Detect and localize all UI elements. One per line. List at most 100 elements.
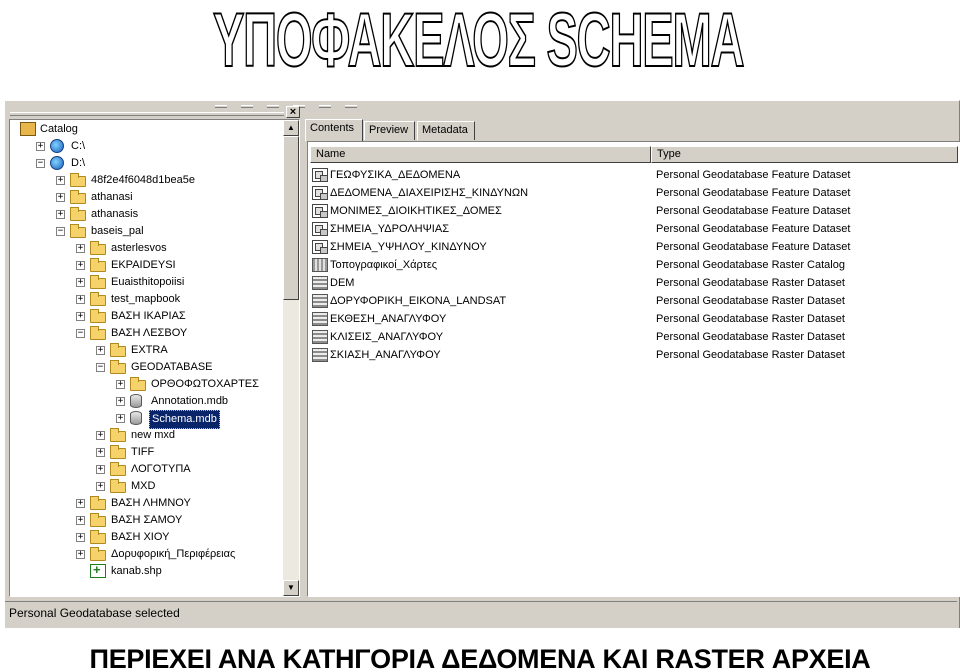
folder-icon <box>70 190 86 204</box>
list-item[interactable]: ΕΚΘΕΣΗ_ΑΝΑΓΛΥΦΟΥ Personal Geodatabase Ras… <box>312 310 952 328</box>
item-type: Personal Geodatabase Feature Dataset <box>656 169 851 181</box>
tree-item[interactable]: − ΒΑΣΗ ΛΕΣΒΟΥ <box>10 325 280 342</box>
geodatabase-icon <box>130 411 142 425</box>
list-item[interactable]: ΚΛΙΣΕΙΣ_ΑΝΑΓΛΥΦΟΥ Personal Geodatabase Ra… <box>312 328 952 346</box>
expand-icon[interactable]: + <box>56 193 65 202</box>
collapse-icon[interactable]: − <box>76 329 85 338</box>
expand-icon[interactable]: + <box>56 210 65 219</box>
expand-icon[interactable]: + <box>56 176 65 185</box>
tab-metadata[interactable]: Metadata <box>417 121 475 140</box>
list-item[interactable]: DEM Personal Geodatabase Raster Dataset <box>312 274 952 292</box>
list-item[interactable]: ΣΗΜΕΙΑ_ΥΔΡΟΛΗΨΙΑΣ Personal Geodatabase Fe… <box>312 220 952 238</box>
tree-item-label: ΛΟΓΟΤΥΠΑ <box>131 463 191 475</box>
expand-icon[interactable]: + <box>96 431 105 440</box>
tab-contents[interactable]: Contents <box>305 119 363 141</box>
collapse-icon[interactable]: − <box>36 159 45 168</box>
item-type: Personal Geodatabase Feature Dataset <box>656 241 851 253</box>
tree-item[interactable]: + ΒΑΣΗ ΛΗΜΝΟΥ <box>10 495 280 512</box>
tree-item[interactable]: + Schema.mdb <box>10 410 280 429</box>
tree-item[interactable]: + ΟΡΘΟΦΩΤΟΧΑΡΤΕΣ <box>10 376 280 393</box>
list-item[interactable]: Τοπογραφικοί_Χάρτες Personal Geodatabase … <box>312 256 952 274</box>
tree-item[interactable]: + ΒΑΣΗ ΧΙΟΥ <box>10 529 280 546</box>
expand-icon[interactable]: + <box>96 482 105 491</box>
expand-icon[interactable]: + <box>76 516 85 525</box>
expand-icon[interactable]: + <box>76 295 85 304</box>
feature-dataset-icon <box>312 186 328 200</box>
tree-scrollbar[interactable]: ▲ ▼ <box>283 120 299 596</box>
expand-icon[interactable]: + <box>76 244 85 253</box>
tree-item-label: EKPAIDEYSI <box>111 259 176 271</box>
expand-icon[interactable]: + <box>96 346 105 355</box>
list-item[interactable]: ΜΟΝΙΜΕΣ_ΔΙΟΙΚΗΤΙΚΕΣ_ΔΟΜΕΣ Personal Geodat… <box>312 202 952 220</box>
tree-item[interactable]: + TIFF <box>10 444 280 461</box>
column-header-type[interactable]: Type <box>651 146 958 163</box>
expand-icon[interactable]: + <box>76 261 85 270</box>
tree-item[interactable]: + Δορυφορική_Περιφέρειας <box>10 546 280 563</box>
tree-item[interactable]: − GEODATABASE <box>10 359 280 376</box>
tree-item-label: Catalog <box>40 123 78 135</box>
item-name: ΔΕΔΟΜΕΝΑ_ΔΙΑΧΕΙΡΙΣΗΣ_ΚΙΝΔΥΝΩΝ <box>330 187 529 199</box>
tree-item[interactable]: + ΒΑΣΗ ΣΑΜΟΥ <box>10 512 280 529</box>
column-header-name[interactable]: Name <box>310 146 651 163</box>
collapse-icon[interactable]: − <box>96 363 105 372</box>
expand-icon[interactable]: + <box>96 448 105 457</box>
tree-item[interactable]: + EKPAIDEYSI <box>10 257 280 274</box>
tree-pane-title-grip <box>10 112 284 116</box>
expand-icon[interactable]: + <box>116 380 125 389</box>
tree-item[interactable]: + asterlesvos <box>10 240 280 257</box>
expand-icon[interactable]: + <box>76 499 85 508</box>
tree-item[interactable]: +48f2e4f6048d1bea5e <box>10 172 280 189</box>
tree-item[interactable]: − D:\ <box>10 155 280 172</box>
tree-item[interactable]: + athanasis <box>10 206 280 223</box>
tree-item[interactable]: + Annotation.mdb <box>10 393 280 410</box>
tree-item[interactable]: + test_mapbook <box>10 291 280 308</box>
expand-icon[interactable]: + <box>36 142 45 151</box>
tree-item-label: Euaisthitopoiisi <box>111 276 185 288</box>
toolbar-grip <box>345 105 357 108</box>
tree-item[interactable]: + athanasi <box>10 189 280 206</box>
collapse-icon[interactable]: − <box>56 227 65 236</box>
tree-item[interactable]: Catalog <box>10 121 280 138</box>
tree-close-button[interactable]: × <box>286 106 300 118</box>
scroll-up-button[interactable]: ▲ <box>283 120 299 136</box>
drive-icon <box>50 156 64 170</box>
status-text: Personal Geodatabase selected <box>9 606 180 620</box>
tree-item[interactable]: kanab.shp <box>10 561 280 580</box>
expand-icon[interactable]: + <box>76 312 85 321</box>
tree-item[interactable]: + MXD <box>10 478 280 495</box>
pane-splitter[interactable] <box>301 119 305 597</box>
tree-item[interactable]: + ΛΟΓΟΤΥΠΑ <box>10 461 280 478</box>
scroll-down-button[interactable]: ▼ <box>283 580 299 596</box>
item-name: Τοπογραφικοί_Χάρτες <box>330 259 438 271</box>
expand-icon[interactable]: + <box>116 397 125 406</box>
status-bar: Personal Geodatabase selected <box>5 601 957 623</box>
list-item[interactable]: ΣΗΜΕΙΑ_ΥΨΗΛΟΥ_ΚΙΝΔΥΝΟΥ Personal Geodataba… <box>312 238 952 256</box>
item-name: ΣΗΜΕΙΑ_ΥΔΡΟΛΗΨΙΑΣ <box>330 223 449 235</box>
folder-icon <box>110 428 126 442</box>
list-item[interactable]: ΔΕΔΟΜΕΝΑ_ΔΙΑΧΕΙΡΙΣΗΣ_ΚΙΝΔΥΝΩΝ Personal Ge… <box>312 184 952 202</box>
raster-dataset-icon <box>312 348 328 362</box>
list-item[interactable]: ΓΕΩΦΥΣΙΚΑ_ΔΕΔΟΜΕΝΑ Personal Geodatabase F… <box>312 166 952 184</box>
tree-item[interactable]: + ΒΑΣΗ ΙΚΑΡΙΑΣ <box>10 308 280 325</box>
tree-item[interactable]: + C:\ <box>10 138 280 155</box>
tree-item[interactable]: − baseis_pal <box>10 223 280 240</box>
expand-icon[interactable]: + <box>116 414 125 423</box>
list-item[interactable]: ΔΟΡΥΦΟΡΙΚΗ_ΕΙΚΟΝΑ_LANDSAT Personal Geodat… <box>312 292 952 310</box>
tree-item[interactable]: + new mxd <box>10 427 280 444</box>
folder-icon <box>130 377 146 391</box>
tree-item[interactable]: + EXTRA <box>10 342 280 359</box>
tree-item-label: ΟΡΘΟΦΩΤΟΧΑΡΤΕΣ <box>151 378 259 390</box>
tree-item[interactable]: + Euaisthitopoiisi <box>10 274 280 291</box>
expand-icon[interactable]: + <box>96 465 105 474</box>
folder-icon <box>90 241 106 255</box>
expand-icon[interactable]: + <box>76 278 85 287</box>
tab-preview[interactable]: Preview <box>364 121 415 140</box>
tree-item-label: EXTRA <box>131 344 168 356</box>
expand-icon[interactable]: + <box>76 550 85 559</box>
item-name: ΔΟΡΥΦΟΡΙΚΗ_ΕΙΚΟΝΑ_LANDSAT <box>330 295 507 307</box>
expand-icon[interactable]: + <box>76 533 85 542</box>
drive-icon <box>50 139 64 153</box>
item-type: Personal Geodatabase Raster Dataset <box>656 349 845 361</box>
scroll-thumb[interactable] <box>283 136 299 300</box>
list-item[interactable]: ΣΚΙΑΣΗ_ΑΝΑΓΛΥΦΟΥ Personal Geodatabase Ras… <box>312 346 952 364</box>
